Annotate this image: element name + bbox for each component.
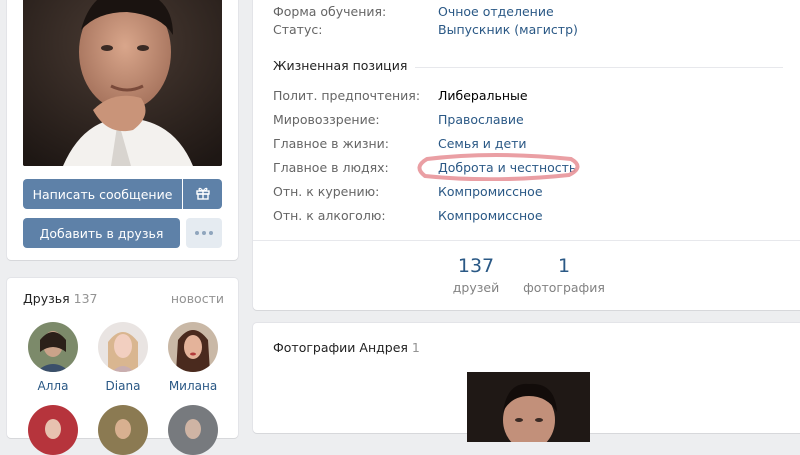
profile-photo[interactable] xyxy=(23,0,222,166)
photos-counter[interactable]: 1 фотография xyxy=(519,255,609,295)
friend-item[interactable]: Diana xyxy=(91,322,155,393)
info-value-link[interactable]: Выпускник (магистр) xyxy=(438,22,578,37)
friend-item[interactable]: Алла xyxy=(21,322,85,393)
profile-card: Написать сообщение Добавить в друзья xyxy=(7,0,238,260)
info-label: Форма обучения: xyxy=(273,4,387,19)
profile-info-card: Форма обучения: Очное отделение Статус: … xyxy=(253,0,800,310)
photos-title: Фотографии Андрея xyxy=(273,340,408,355)
friend-name: Diana xyxy=(105,379,141,393)
friend-item[interactable] xyxy=(91,405,155,455)
info-label: Главное в жизни: xyxy=(273,136,390,151)
info-value-link[interactable]: Компромиссное xyxy=(438,184,543,199)
add-friend-button[interactable]: Добавить в друзья xyxy=(23,218,180,248)
photos-heading[interactable]: Фотографии Андрея 1 xyxy=(273,340,420,355)
friends-news-link[interactable]: новости xyxy=(171,291,224,306)
friend-item[interactable] xyxy=(161,405,225,455)
more-dots-icon xyxy=(195,231,213,235)
avatar xyxy=(98,405,148,455)
info-label: Главное в людях: xyxy=(273,160,389,175)
send-gift-button[interactable] xyxy=(183,179,222,209)
info-label: Отн. к курению: xyxy=(273,184,380,199)
friends-counter[interactable]: 137 друзей xyxy=(431,255,521,295)
info-value-link[interactable]: Доброта и честность xyxy=(438,160,576,175)
info-value: Либеральные xyxy=(438,88,528,103)
counters-divider xyxy=(253,240,800,241)
section-title-life-position: Жизненная позиция xyxy=(273,58,416,73)
info-value-link[interactable]: Компромиссное xyxy=(438,208,543,223)
avatar xyxy=(28,405,78,455)
avatar xyxy=(98,322,148,372)
write-message-button[interactable]: Написать сообщение xyxy=(23,179,182,209)
info-value-link[interactable]: Очное отделение xyxy=(438,4,554,19)
counter-caption: друзей xyxy=(452,280,500,295)
friends-title: Друзья xyxy=(23,291,70,306)
more-actions-button[interactable] xyxy=(186,218,222,248)
friends-count: 137 xyxy=(73,291,98,306)
avatar xyxy=(28,322,78,372)
info-value-link[interactable]: Православие xyxy=(438,112,524,127)
photos-card: Фотографии Андрея 1 xyxy=(253,323,800,442)
counter-caption: фотография xyxy=(523,280,605,295)
friend-item[interactable] xyxy=(21,405,85,455)
counter-number: 1 xyxy=(557,255,571,277)
friend-name: Алла xyxy=(37,379,69,393)
friends-heading[interactable]: Друзья 137 xyxy=(23,291,98,306)
gift-icon xyxy=(195,186,210,203)
info-value-link[interactable]: Семья и дети xyxy=(438,136,527,151)
photos-count: 1 xyxy=(411,340,420,355)
info-label: Отн. к алкоголю: xyxy=(273,208,386,223)
info-label: Полит. предпочтения: xyxy=(273,88,421,103)
info-label: Статус: xyxy=(273,22,323,37)
friends-card: Друзья 137 новости Алла Diana Милана xyxy=(7,278,238,455)
avatar xyxy=(168,405,218,455)
avatar xyxy=(168,322,218,372)
photo-thumbnail[interactable] xyxy=(467,372,590,442)
friend-name: Милана xyxy=(168,379,218,393)
info-label: Мировоззрение: xyxy=(273,112,380,127)
friend-item[interactable]: Милана xyxy=(161,322,225,393)
counter-number: 137 xyxy=(457,255,495,277)
